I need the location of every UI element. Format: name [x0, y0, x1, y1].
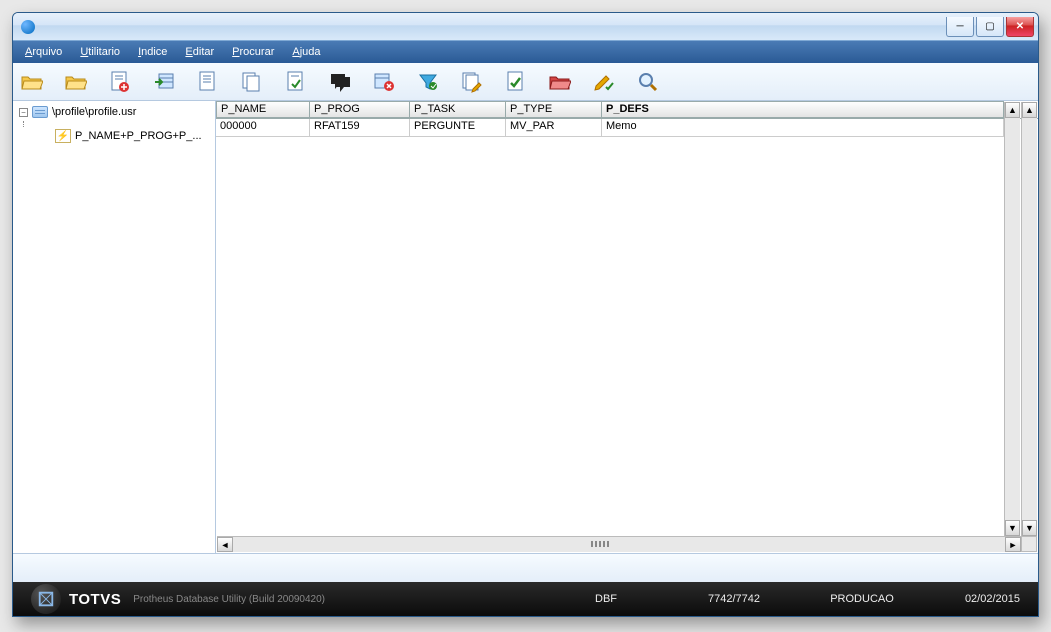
hscrollbar[interactable]: ◄ ►	[217, 536, 1021, 552]
scroll-down-icon[interactable]: ▼	[1022, 520, 1037, 536]
menu-editar[interactable]: Editar	[177, 44, 222, 60]
totvs-logo-icon	[31, 584, 61, 614]
maximize-button[interactable]: ▢	[976, 17, 1004, 37]
table-row[interactable]: 000000 RFAT159 PERGUNTE MV_PAR Memo	[216, 119, 1038, 137]
hscroll-grip	[580, 541, 620, 547]
cell-p-task: PERGUNTE	[410, 119, 506, 137]
scroll-down2-icon[interactable]: ▼	[1005, 520, 1020, 536]
doc-ok-icon[interactable]	[503, 69, 529, 95]
grid-pane: P_NAME P_PROG P_TASK P_TYPE P_DEFS 00000…	[216, 101, 1038, 553]
index-icon: ⚡	[55, 129, 71, 143]
filter-icon[interactable]	[415, 69, 441, 95]
status-env: PRODUCAO	[802, 593, 922, 605]
close-button[interactable]: ✕	[1006, 17, 1034, 37]
menu-procurar[interactable]: Procurar	[224, 44, 282, 60]
hscroll-track[interactable]	[233, 537, 1005, 552]
table-delete-icon[interactable]	[371, 69, 397, 95]
status-records: 7742/7742	[674, 593, 794, 605]
title-bar[interactable]: ─ ▢ ✕	[13, 13, 1038, 41]
doc-edit-icon[interactable]	[459, 69, 485, 95]
copy-doc-icon[interactable]	[239, 69, 265, 95]
open-folder-icon[interactable]	[19, 69, 45, 95]
outer-vscrollbar[interactable]: ▲ ▼	[1021, 102, 1037, 536]
menu-arquivo[interactable]: Arquivo	[17, 44, 70, 60]
scroll-left-icon[interactable]: ◄	[217, 537, 233, 552]
col-p-defs[interactable]: P_DEFS	[602, 101, 1004, 118]
status-dbtype: DBF	[546, 593, 666, 605]
cell-p-defs: Memo	[602, 119, 1004, 137]
tree-child-row[interactable]: ⚡ P_NAME+P_PROG+P_...	[15, 127, 213, 145]
scroll-up2-icon[interactable]: ▲	[1005, 102, 1020, 118]
spacer-bar	[13, 553, 1038, 582]
inner-vscrollbar[interactable]: ▲ ▼	[1004, 102, 1020, 536]
status-bar: TOTVS Protheus Database Utility (Build 2…	[13, 582, 1038, 616]
table-icon	[32, 106, 48, 118]
tree-child-label: P_NAME+P_PROG+P_...	[75, 130, 202, 142]
cell-p-prog: RFAT159	[310, 119, 410, 137]
minimize-button[interactable]: ─	[946, 17, 974, 37]
menu-bar: Arquivo Utilitario Indice Editar Procura…	[13, 41, 1038, 63]
search-icon[interactable]	[635, 69, 661, 95]
new-doc-icon[interactable]	[107, 69, 133, 95]
toolbar	[13, 63, 1038, 101]
import-table-icon[interactable]	[151, 69, 177, 95]
status-date: 02/02/2015	[930, 593, 1020, 605]
tree-pane: − \profile\profile.usr ⚡ P_NAME+P_PROG+P…	[13, 101, 216, 553]
red-folder-icon[interactable]	[547, 69, 573, 95]
tree-collapse-icon[interactable]: −	[19, 108, 28, 117]
comment-icon[interactable]	[327, 69, 353, 95]
menu-indice[interactable]: Indice	[130, 44, 175, 60]
doc-check-icon[interactable]	[283, 69, 309, 95]
pencil-check-icon[interactable]	[591, 69, 617, 95]
app-window: ─ ▢ ✕ Arquivo Utilitario Indice Editar P…	[12, 12, 1039, 617]
col-p-type[interactable]: P_TYPE	[506, 101, 602, 118]
menu-utilitario[interactable]: Utilitario	[72, 44, 128, 60]
tree-root-label: \profile\profile.usr	[52, 106, 136, 118]
col-p-prog[interactable]: P_PROG	[310, 101, 410, 118]
grid-body[interactable]: 000000 RFAT159 PERGUNTE MV_PAR Memo	[216, 119, 1038, 553]
scroll-right-icon[interactable]: ►	[1005, 537, 1021, 552]
col-p-name[interactable]: P_NAME	[216, 101, 310, 118]
doc-list-icon[interactable]	[195, 69, 221, 95]
scroll-corner	[1021, 536, 1037, 552]
scroll-up-icon[interactable]: ▲	[1022, 102, 1037, 118]
app-icon	[21, 20, 35, 34]
open-folder2-icon[interactable]	[63, 69, 89, 95]
grid-header: P_NAME P_PROG P_TASK P_TYPE P_DEFS	[216, 101, 1038, 119]
menu-ajuda[interactable]: Ajuda	[284, 44, 328, 60]
cell-p-name: 000000	[216, 119, 310, 137]
body-area: − \profile\profile.usr ⚡ P_NAME+P_PROG+P…	[13, 101, 1038, 553]
subtitle-label: Protheus Database Utility (Build 2009042…	[133, 594, 325, 605]
col-p-task[interactable]: P_TASK	[410, 101, 506, 118]
brand-label: TOTVS	[69, 591, 121, 608]
tree-root-row[interactable]: − \profile\profile.usr	[15, 103, 213, 121]
cell-p-type: MV_PAR	[506, 119, 602, 137]
